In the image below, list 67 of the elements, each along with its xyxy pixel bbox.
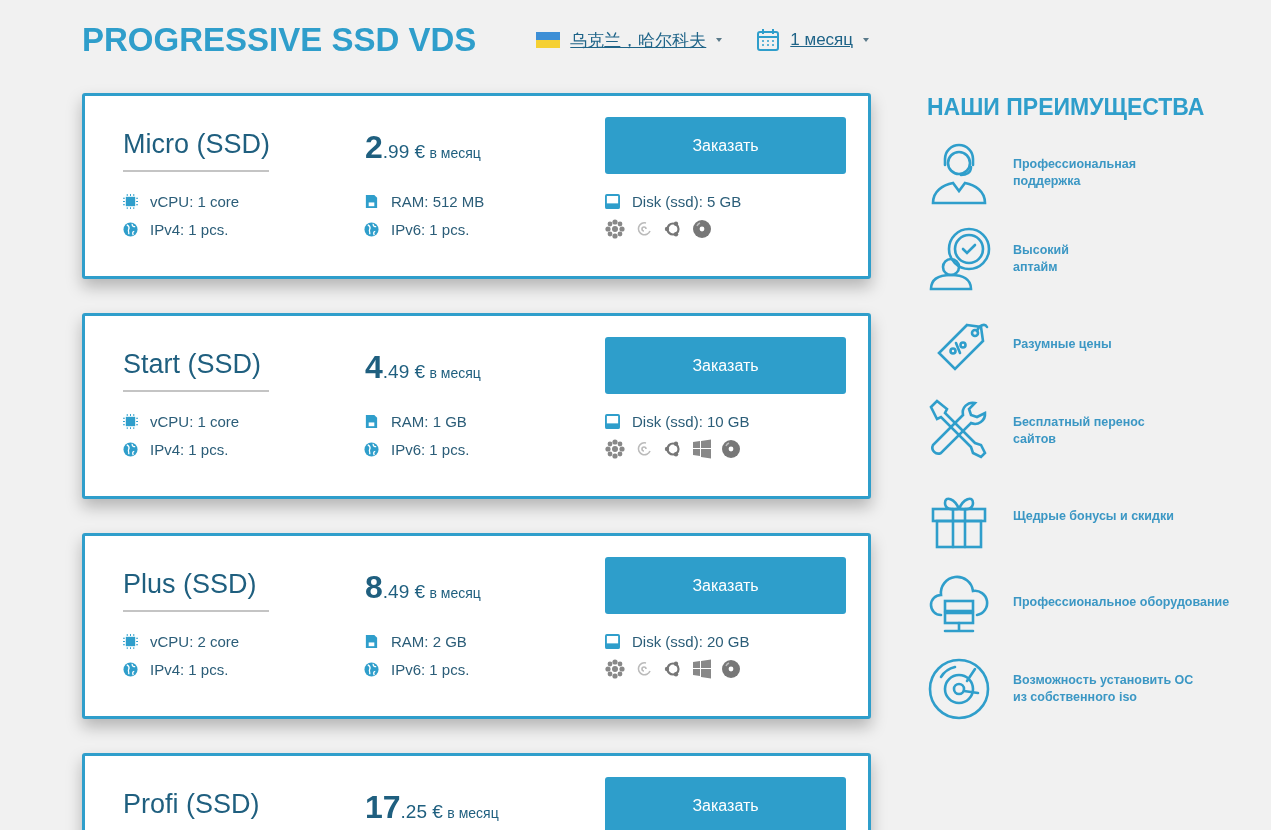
advantage-text: Возможность установить ОС из собственного iso	[1013, 671, 1194, 706]
globe-icon	[364, 661, 379, 677]
spec-text: IPv4: 1 pcs.	[150, 440, 229, 458]
spec-text: Disk (ssd): 20 GB	[632, 633, 750, 650]
order-button[interactable]: Заказать	[605, 557, 846, 614]
drive-icon	[605, 194, 620, 209]
caret-icon	[863, 38, 870, 42]
section-title: НАШИ ПРЕИМУЩЕСТВА	[927, 94, 1206, 121]
window-grid-icon	[692, 439, 712, 459]
advantage-text: Высокий аптайм	[1013, 241, 1069, 276]
period-link[interactable]: 1 месяц	[790, 30, 854, 50]
globe-icon	[364, 221, 379, 237]
memory-card-icon	[364, 634, 379, 649]
plan-name: Plus (SSD)	[123, 557, 269, 612]
spec-text: Disk (ssd): 10 GB	[632, 413, 750, 430]
plan-price: 4.49 € в месяц	[365, 348, 482, 386]
page-title: PROGRESSIVE SSD VDS	[82, 21, 477, 59]
globe-icon	[123, 221, 138, 237]
disc-icon	[721, 439, 741, 459]
window-grid-icon	[692, 659, 712, 679]
order-button[interactable]: Заказать	[605, 777, 846, 830]
order-button[interactable]: Заказать	[605, 337, 846, 394]
advantage-text: Профессиональное оборудование	[1013, 594, 1230, 612]
plan-price: 8.49 € в месяц	[365, 568, 482, 606]
chip-icon	[123, 194, 138, 209]
caret-icon	[716, 38, 723, 42]
drive-icon	[605, 414, 620, 429]
disc-icon	[721, 659, 741, 679]
flower-icon	[605, 659, 625, 679]
flower-icon	[605, 219, 625, 239]
disc-icon	[927, 657, 991, 721]
spec-text: RAM: 512 MB	[391, 193, 485, 210]
spec-text: RAM: 2 GB	[391, 633, 467, 650]
chip-icon	[123, 414, 138, 429]
spec-text: IPv4: 1 pcs.	[150, 660, 229, 678]
spec-text: Disk (ssd): 5 GB	[632, 193, 742, 210]
advantage-text: Профессиональная поддержка	[1013, 155, 1136, 190]
memory-card-icon	[364, 194, 379, 209]
calendar-icon	[756, 28, 781, 52]
spec-text: IPv6: 1 pcs.	[391, 660, 470, 678]
globe-icon	[123, 441, 138, 457]
globe-icon	[123, 661, 138, 677]
spec-text: vCPU: 1 core	[150, 413, 240, 430]
spec-text: vCPU: 1 core	[150, 193, 240, 210]
drive-icon	[605, 634, 620, 649]
spec-text: RAM: 1 GB	[391, 413, 467, 430]
globe-icon	[364, 441, 379, 457]
order-button[interactable]: Заказать	[605, 117, 846, 174]
plan-price: 2.99 € в месяц	[365, 128, 482, 166]
plan-name: Start (SSD)	[123, 337, 269, 392]
flag-icon	[536, 32, 561, 48]
spec-text: IPv6: 1 pcs.	[391, 220, 470, 238]
plan-name: Micro (SSD)	[123, 117, 269, 172]
spec-text: vCPU: 2 core	[150, 633, 240, 650]
plan-price: 17.25 € в месяц	[365, 788, 500, 826]
advantage-text: Бесплатный перенос сайтов	[1013, 413, 1145, 448]
advantage-text: Разумные цены	[1013, 336, 1112, 354]
advantage-text: Щедрые бонусы и скидки	[1013, 508, 1174, 526]
disc-icon	[692, 219, 712, 239]
chip-icon	[123, 634, 138, 649]
memory-card-icon	[364, 414, 379, 429]
location-link[interactable]: 乌克兰，哈尔科夫	[570, 28, 707, 52]
flower-icon	[605, 439, 625, 459]
clock-person-icon	[927, 227, 991, 291]
plan-name: Profi (SSD)	[123, 777, 269, 830]
spec-text: IPv6: 1 pcs.	[391, 440, 470, 458]
spec-text: IPv4: 1 pcs.	[150, 220, 229, 238]
